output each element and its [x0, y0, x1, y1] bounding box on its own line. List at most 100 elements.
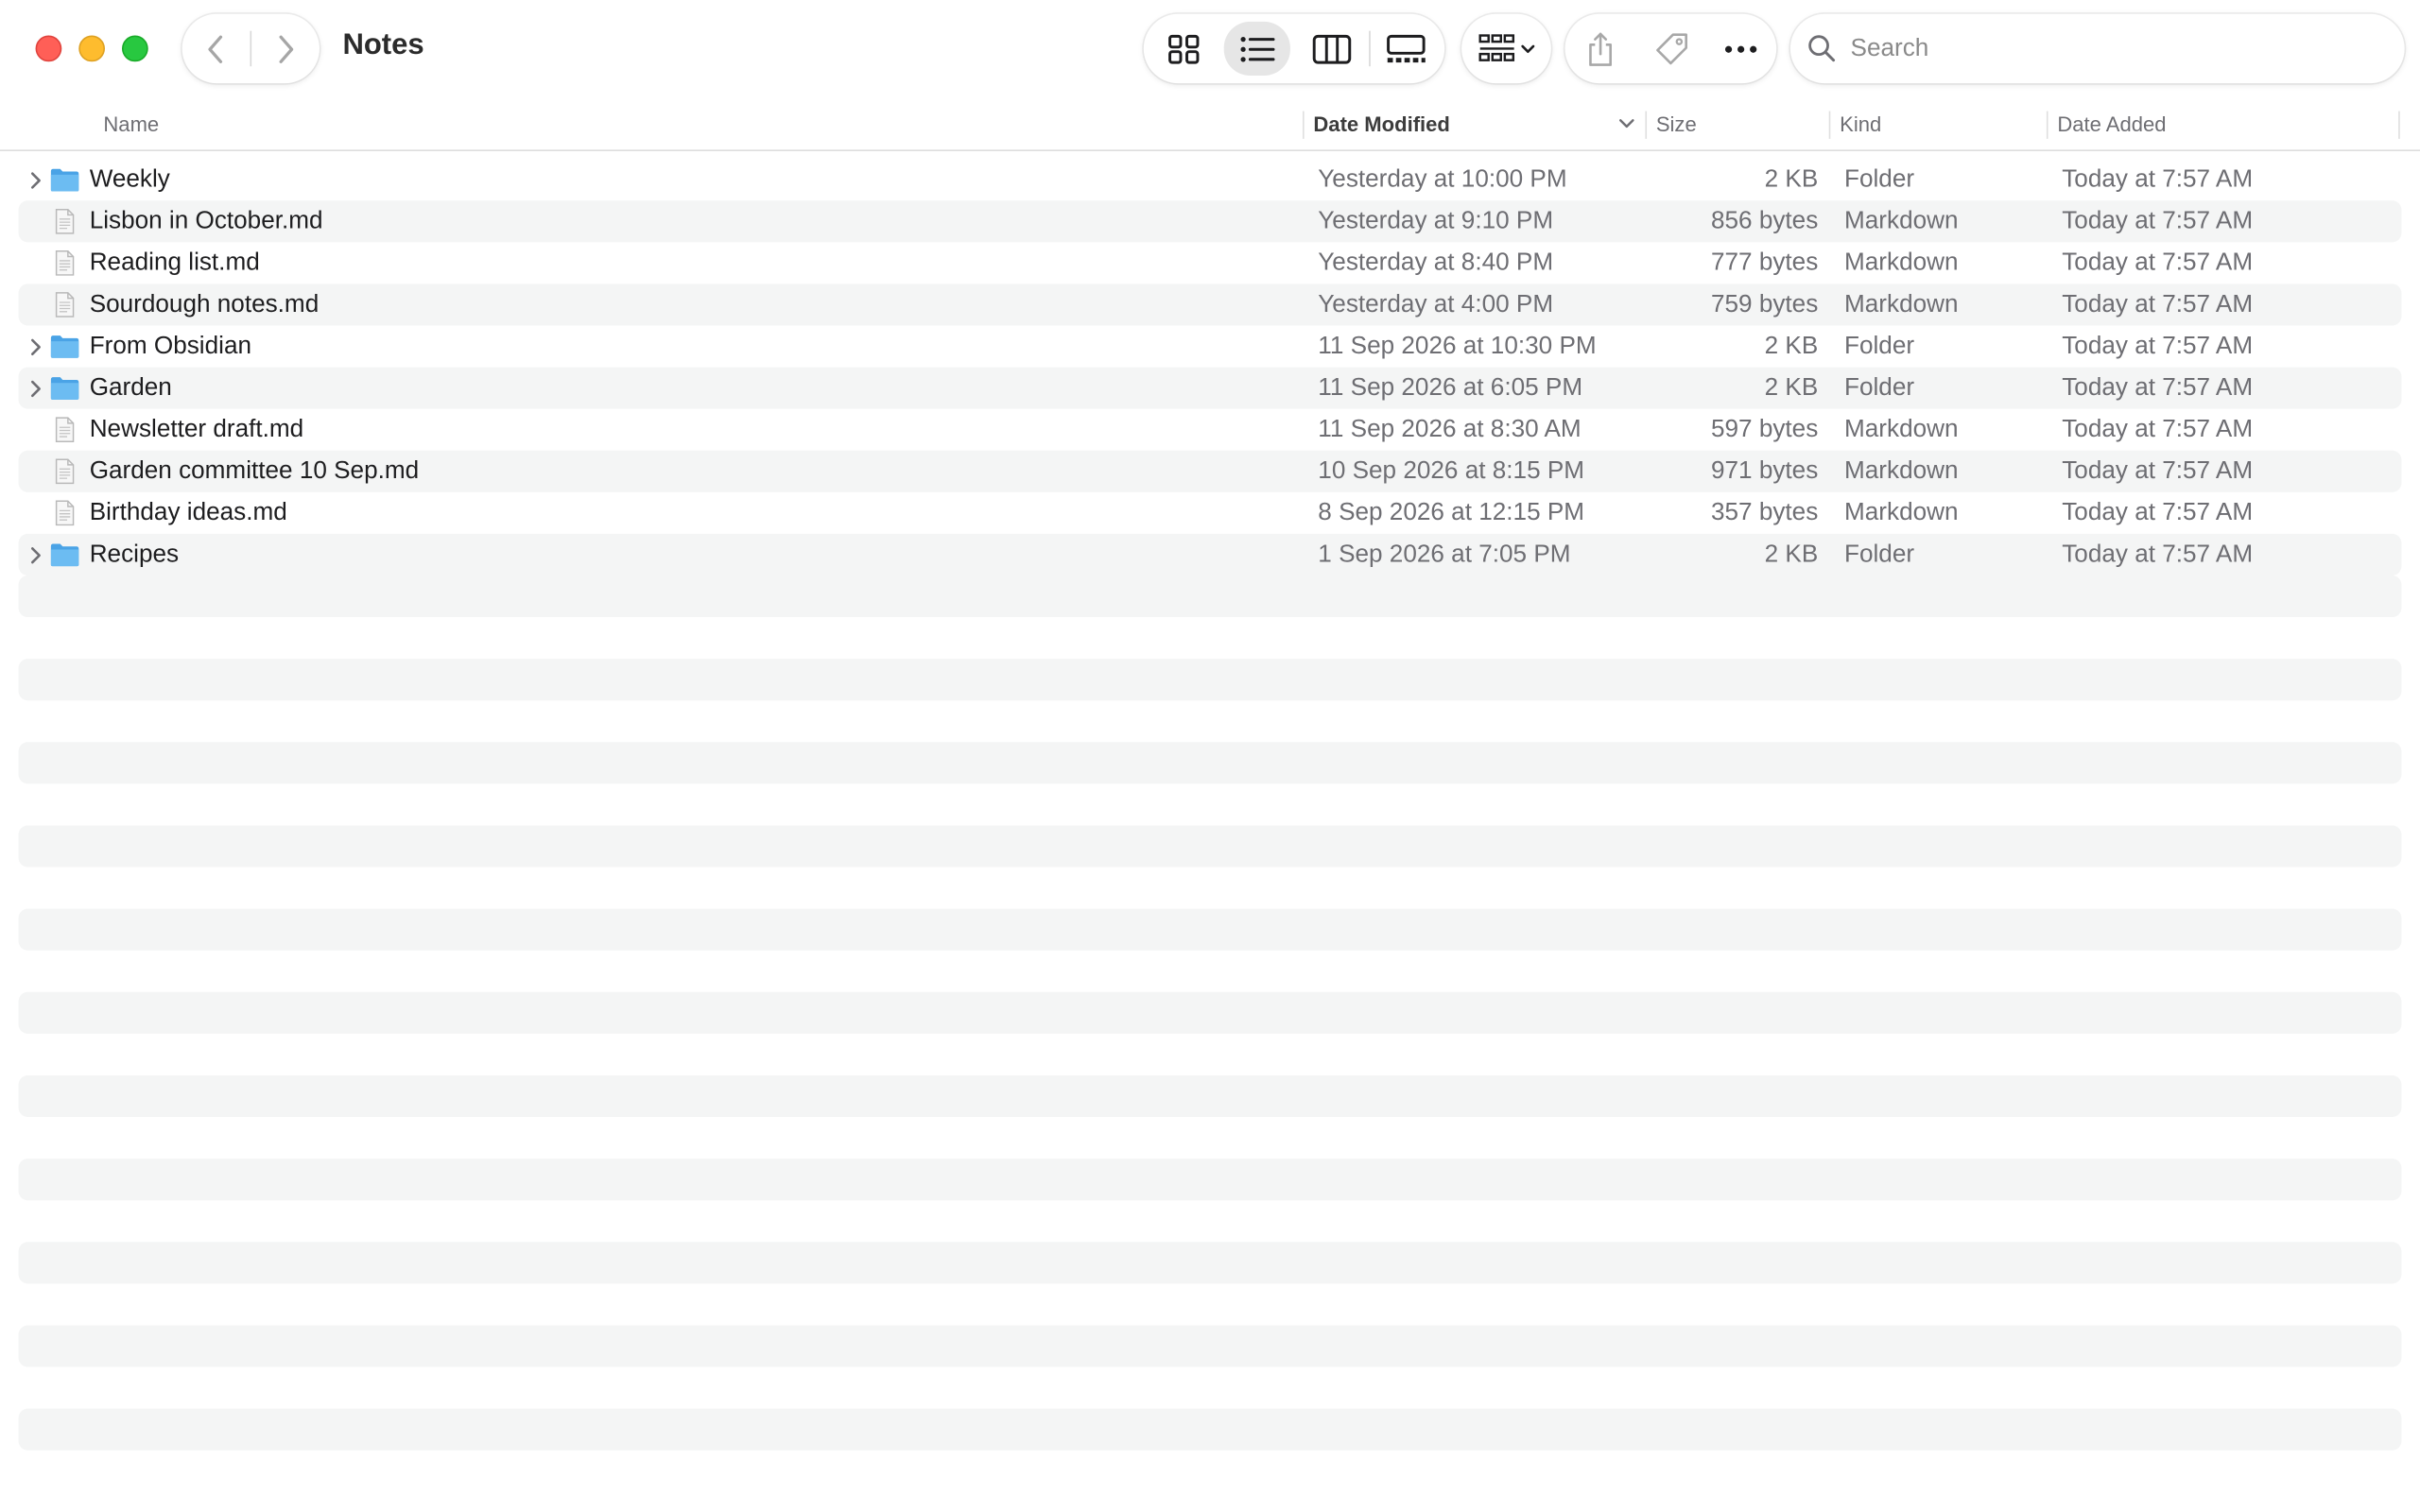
file-size: 357 bytes: [1710, 499, 1819, 526]
column-divider[interactable]: [1645, 111, 1648, 139]
empty-row-stripe: [18, 659, 2402, 701]
chevron-right-icon: [30, 379, 41, 397]
tag-button[interactable]: [1636, 14, 1705, 83]
file-kind: Folder: [1844, 541, 1915, 568]
folder-icon: [50, 168, 79, 192]
list-item[interactable]: Garden committee 10 Sep.md 10 Sep 2026 a…: [18, 450, 2402, 492]
list-item[interactable]: Birthday ideas.md 8 Sep 2026 at 12:15 PM…: [19, 492, 2402, 534]
date-added: Today at 7:57 AM: [2062, 499, 2254, 526]
document-icon: [55, 417, 75, 443]
column-divider[interactable]: [2046, 111, 2048, 139]
date-modified: 11 Sep 2026 at 8:30 AM: [1318, 416, 1582, 443]
list-item[interactable]: Recipes 1 Sep 2026 at 7:05 PM 2 KB Folde…: [18, 533, 2402, 576]
column-header: Name Date Modified Size Kind Date Added: [0, 98, 2420, 151]
file-size: 2 KB: [1764, 374, 1819, 402]
file-name: Newsletter draft.md: [89, 416, 304, 443]
date-added: Today at 7:57 AM: [2062, 416, 2254, 443]
file-name: Sourdough notes.md: [89, 291, 320, 318]
list-item[interactable]: Sourdough notes.md Yesterday at 4:00 PM …: [18, 284, 2402, 326]
gallery-icon: [1386, 34, 1425, 62]
list-item[interactable]: Reading list.md Yesterday at 8:40 PM 777…: [19, 242, 2402, 284]
finder-window: Notes Search Name Date Modified Size Kin…: [0, 0, 2420, 1512]
disclosure-triangle[interactable]: [26, 168, 45, 191]
column-date-modified-header[interactable]: Date Modified: [1313, 98, 1640, 149]
file-name: Birthday ideas.md: [89, 499, 287, 526]
file-name: Weekly: [89, 166, 170, 194]
folder-icon: [50, 543, 79, 567]
document-icon: [55, 458, 75, 485]
file-name: Recipes: [89, 541, 180, 568]
column-divider[interactable]: [2398, 111, 2400, 139]
icon-view-button[interactable]: [1150, 22, 1216, 76]
date-modified: Yesterday at 10:00 PM: [1318, 166, 1567, 194]
group-by-button[interactable]: [1461, 14, 1551, 83]
search-input[interactable]: [1850, 29, 2376, 68]
toolbar: Notes: [0, 0, 2420, 98]
column-view-button[interactable]: [1298, 22, 1364, 76]
document-icon: [55, 208, 75, 234]
date-modified: Yesterday at 8:40 PM: [1318, 249, 1554, 277]
list-item[interactable]: Weekly Yesterday at 10:00 PM 2 KB Folder…: [19, 159, 2402, 200]
date-added: Today at 7:57 AM: [2062, 249, 2254, 277]
file-kind: Markdown: [1844, 416, 1959, 443]
file-size: 597 bytes: [1710, 416, 1819, 443]
grid-icon: [1167, 34, 1199, 63]
date-modified: 11 Sep 2026 at 6:05 PM: [1318, 374, 1583, 402]
file-name: Garden committee 10 Sep.md: [89, 457, 420, 485]
empty-row-stripe: [18, 1408, 2402, 1451]
empty-row-stripe: [18, 1074, 2402, 1118]
chevron-right-icon: [30, 171, 41, 188]
file-name: From Obsidian: [89, 333, 251, 360]
search-field: [1789, 13, 2405, 84]
minimize-button[interactable]: [78, 35, 106, 62]
file-size: 2 KB: [1764, 166, 1819, 194]
file-size: 2 KB: [1764, 541, 1819, 568]
views-divider: [1369, 30, 1371, 67]
more-button[interactable]: [1705, 14, 1774, 83]
column-size-header[interactable]: Size: [1656, 98, 1818, 149]
list-view-button[interactable]: [1223, 21, 1290, 76]
file-name: Garden: [89, 374, 172, 402]
forward-button[interactable]: [251, 14, 320, 83]
file-size: 759 bytes: [1710, 291, 1819, 318]
column-date-added-header[interactable]: Date Added: [2057, 98, 2389, 149]
date-added: Today at 7:57 AM: [2062, 457, 2254, 485]
group-icon: [1478, 33, 1514, 61]
column-divider[interactable]: [1302, 111, 1305, 139]
folder-icon: [50, 335, 79, 358]
disclosure-triangle[interactable]: [26, 543, 45, 566]
column-kind-header[interactable]: Kind: [1840, 98, 2037, 149]
empty-row-stripe: [18, 825, 2402, 868]
date-modified: Yesterday at 9:10 PM: [1318, 208, 1554, 235]
file-list: Weekly Yesterday at 10:00 PM 2 KB Folder…: [18, 159, 2402, 576]
empty-row-stripe: [18, 991, 2402, 1034]
list-icon: [1239, 36, 1274, 61]
close-button[interactable]: [35, 35, 62, 62]
share-button[interactable]: [1565, 14, 1634, 83]
column-divider[interactable]: [1828, 111, 1831, 139]
empty-row-stripe: [18, 1242, 2402, 1284]
document-icon: [55, 250, 75, 276]
empty-list-area[interactable]: [18, 575, 2402, 1492]
zoom-button[interactable]: [121, 35, 148, 62]
search-icon: [1808, 35, 1836, 62]
list-item[interactable]: Lisbon in October.md Yesterday at 9:10 P…: [18, 200, 2402, 243]
window-title: Notes: [342, 29, 424, 62]
column-name-header[interactable]: Name: [103, 98, 1276, 149]
date-added: Today at 7:57 AM: [2062, 541, 2254, 568]
file-kind: Folder: [1844, 166, 1915, 194]
file-kind: Markdown: [1844, 499, 1959, 526]
disclosure-triangle[interactable]: [26, 335, 45, 357]
list-item[interactable]: Newsletter draft.md 11 Sep 2026 at 8:30 …: [19, 409, 2402, 451]
file-kind: Markdown: [1844, 291, 1959, 318]
list-item[interactable]: From Obsidian 11 Sep 2026 at 10:30 PM 2 …: [19, 325, 2402, 367]
action-buttons: [1564, 13, 1777, 84]
gallery-view-button[interactable]: [1372, 22, 1438, 76]
list-item[interactable]: Garden 11 Sep 2026 at 6:05 PM 2 KB Folde…: [18, 367, 2402, 409]
columns-icon: [1311, 34, 1351, 63]
disclosure-triangle[interactable]: [26, 376, 45, 399]
chevron-down-icon: [1520, 43, 1534, 53]
file-size: 856 bytes: [1710, 208, 1819, 235]
chevron-right-icon: [279, 34, 294, 63]
back-button[interactable]: [182, 14, 251, 83]
